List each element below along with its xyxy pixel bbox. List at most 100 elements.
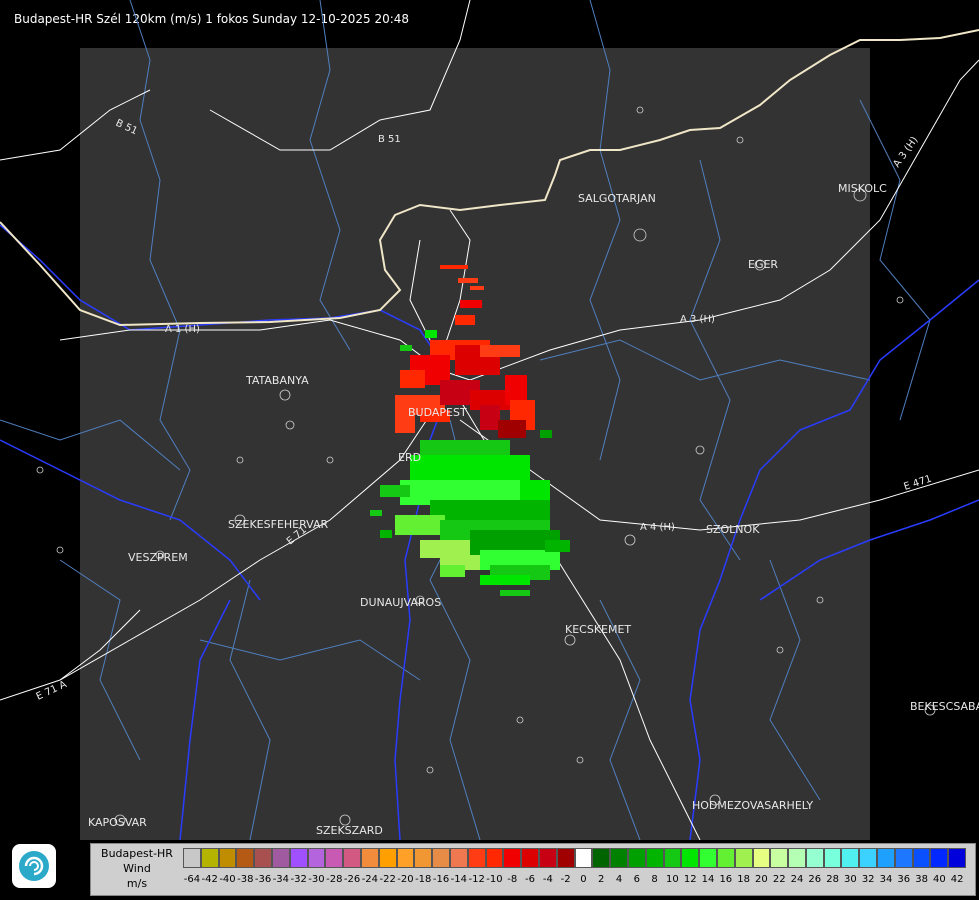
legend-swatch xyxy=(343,848,361,868)
legend-swatch xyxy=(289,848,308,868)
legend-title-line: Wind xyxy=(123,862,151,875)
road-label: B 51 xyxy=(378,134,401,145)
legend-tick-label: -8 xyxy=(507,874,518,885)
legend-tick-label: -42 xyxy=(201,874,218,885)
legend-tick-label: 6 xyxy=(633,874,640,885)
road-label: A 3 (H) xyxy=(891,135,920,170)
legend-tick-label: -26 xyxy=(343,874,361,885)
radar-map[interactable]: SALGOTARJAN MISKOLC EGER TATABANYA BUDAP… xyxy=(0,0,979,840)
legend-swatch xyxy=(503,848,522,868)
legend-swatch xyxy=(200,848,219,868)
legend-tick-label: 40 xyxy=(933,874,946,885)
legend-swatch xyxy=(432,848,450,868)
city-label: HODMEZOVASARHELY xyxy=(692,799,813,812)
road-label: A 3 (H) xyxy=(680,314,715,325)
legend-swatch xyxy=(627,848,646,868)
legend-swatch xyxy=(521,848,539,868)
road-label: E 471 xyxy=(903,474,934,493)
legend-tick-label: -40 xyxy=(219,874,236,885)
color-legend: Budapest-HR Wind m/s -64 -42 -40 -38 -36 -34-… xyxy=(90,843,976,896)
legend-swatch xyxy=(752,848,771,868)
legend-swatch xyxy=(930,848,949,868)
legend-swatch xyxy=(325,848,344,868)
legend-title-line: m/s xyxy=(126,877,148,890)
city-label: SALGOTARJAN xyxy=(578,192,656,205)
city-label: SZEKSZARD xyxy=(316,824,383,837)
city-label: KECSKEMET xyxy=(565,623,631,636)
legend-swatch xyxy=(183,848,201,868)
legend-tick-label: -4 xyxy=(542,874,553,885)
legend-tick-label: -22 xyxy=(379,874,396,885)
legend-title: Budapest-HR Wind m/s xyxy=(91,846,183,891)
legend-swatch xyxy=(948,848,967,868)
legend-tick-label: -2 xyxy=(560,874,571,885)
road-label: A 4 (H) xyxy=(640,522,675,533)
legend-swatch xyxy=(823,848,842,868)
legend-tick-label: 30 xyxy=(844,874,857,885)
legend-tick-label: 34 xyxy=(879,874,893,885)
city-label: VESZPREM xyxy=(128,551,188,564)
city-label: DUNAUJVAROS xyxy=(360,596,441,609)
city-label: KAPOSVAR xyxy=(88,816,147,829)
legend-tick-label: 28 xyxy=(826,874,839,885)
legend-swatch xyxy=(592,848,611,868)
legend-swatch xyxy=(645,848,664,868)
legend-tick-label: -64 xyxy=(183,874,201,885)
city-label: ERD xyxy=(398,451,421,464)
legend-tick-label: 22 xyxy=(772,874,786,885)
legend-swatch xyxy=(681,848,700,868)
city-label: TATABANYA xyxy=(245,374,309,387)
legend-swatch xyxy=(859,848,878,868)
legend-swatch xyxy=(770,848,789,868)
legend-tick-label: -30 xyxy=(308,874,325,885)
legend-swatch xyxy=(378,848,397,868)
legend-tick-label: 38 xyxy=(915,874,928,885)
legend-tick-label: 20 xyxy=(755,874,768,885)
legend-tick-label: 14 xyxy=(701,874,715,885)
legend-swatch xyxy=(894,848,913,868)
legend-swatch xyxy=(467,848,486,868)
legend-swatch xyxy=(699,848,717,868)
legend-tick-label: 16 xyxy=(719,874,733,885)
legend-title-line: Budapest-HR xyxy=(101,847,173,860)
legend-tick-label: 0 xyxy=(580,874,587,885)
legend-swatch xyxy=(254,848,272,868)
legend-tick-label: -12 xyxy=(468,874,485,885)
legend-swatch xyxy=(912,848,931,868)
legend-tick-label: -18 xyxy=(415,874,432,885)
legend-tick-label: -36 xyxy=(254,874,272,885)
legend-tick-label: -14 xyxy=(450,874,468,885)
city-label: SZOLNOK xyxy=(706,523,760,536)
legend-swatch xyxy=(663,848,682,868)
legend-swatch xyxy=(396,848,415,868)
legend-tick-label: -32 xyxy=(290,874,307,885)
legend-tick-label: 24 xyxy=(790,874,804,885)
legend-tick-label: 32 xyxy=(861,874,875,885)
legend-tick-label: 2 xyxy=(598,874,605,885)
legend-tick-label: -24 xyxy=(361,874,379,885)
legend-swatch xyxy=(449,848,468,868)
legend-tick-label: 42 xyxy=(950,874,964,885)
legend-swatch xyxy=(574,848,593,868)
legend-tick-label: 10 xyxy=(666,874,679,885)
city-label: BUDAPEST xyxy=(408,406,467,419)
legend-tick-labels: -64 -42 -40 -38 -36 -34 -32 -30 -28 -26 -24 -22 -20-… xyxy=(183,874,966,892)
road-label: A 1 (H) xyxy=(165,324,200,335)
city-label: EGER xyxy=(748,258,778,271)
legend-tick-label: 18 xyxy=(737,874,750,885)
legend-tick-label: -34 xyxy=(272,874,290,885)
legend-tick-label: -10 xyxy=(486,874,503,885)
legend-swatch xyxy=(788,848,806,868)
legend-swatch xyxy=(307,848,326,868)
legend-tick-label: 8 xyxy=(651,874,658,885)
legend-swatch xyxy=(841,848,860,868)
legend-swatch xyxy=(716,848,735,868)
legend-tick-label: 36 xyxy=(897,874,911,885)
legend-tick-label: -6 xyxy=(525,874,536,885)
legend-swatches xyxy=(183,848,967,870)
legend-swatch xyxy=(360,848,379,868)
legend-swatch xyxy=(610,848,628,868)
legend-swatch xyxy=(485,848,504,868)
legend-swatch xyxy=(805,848,824,868)
legend-swatch xyxy=(538,848,557,868)
